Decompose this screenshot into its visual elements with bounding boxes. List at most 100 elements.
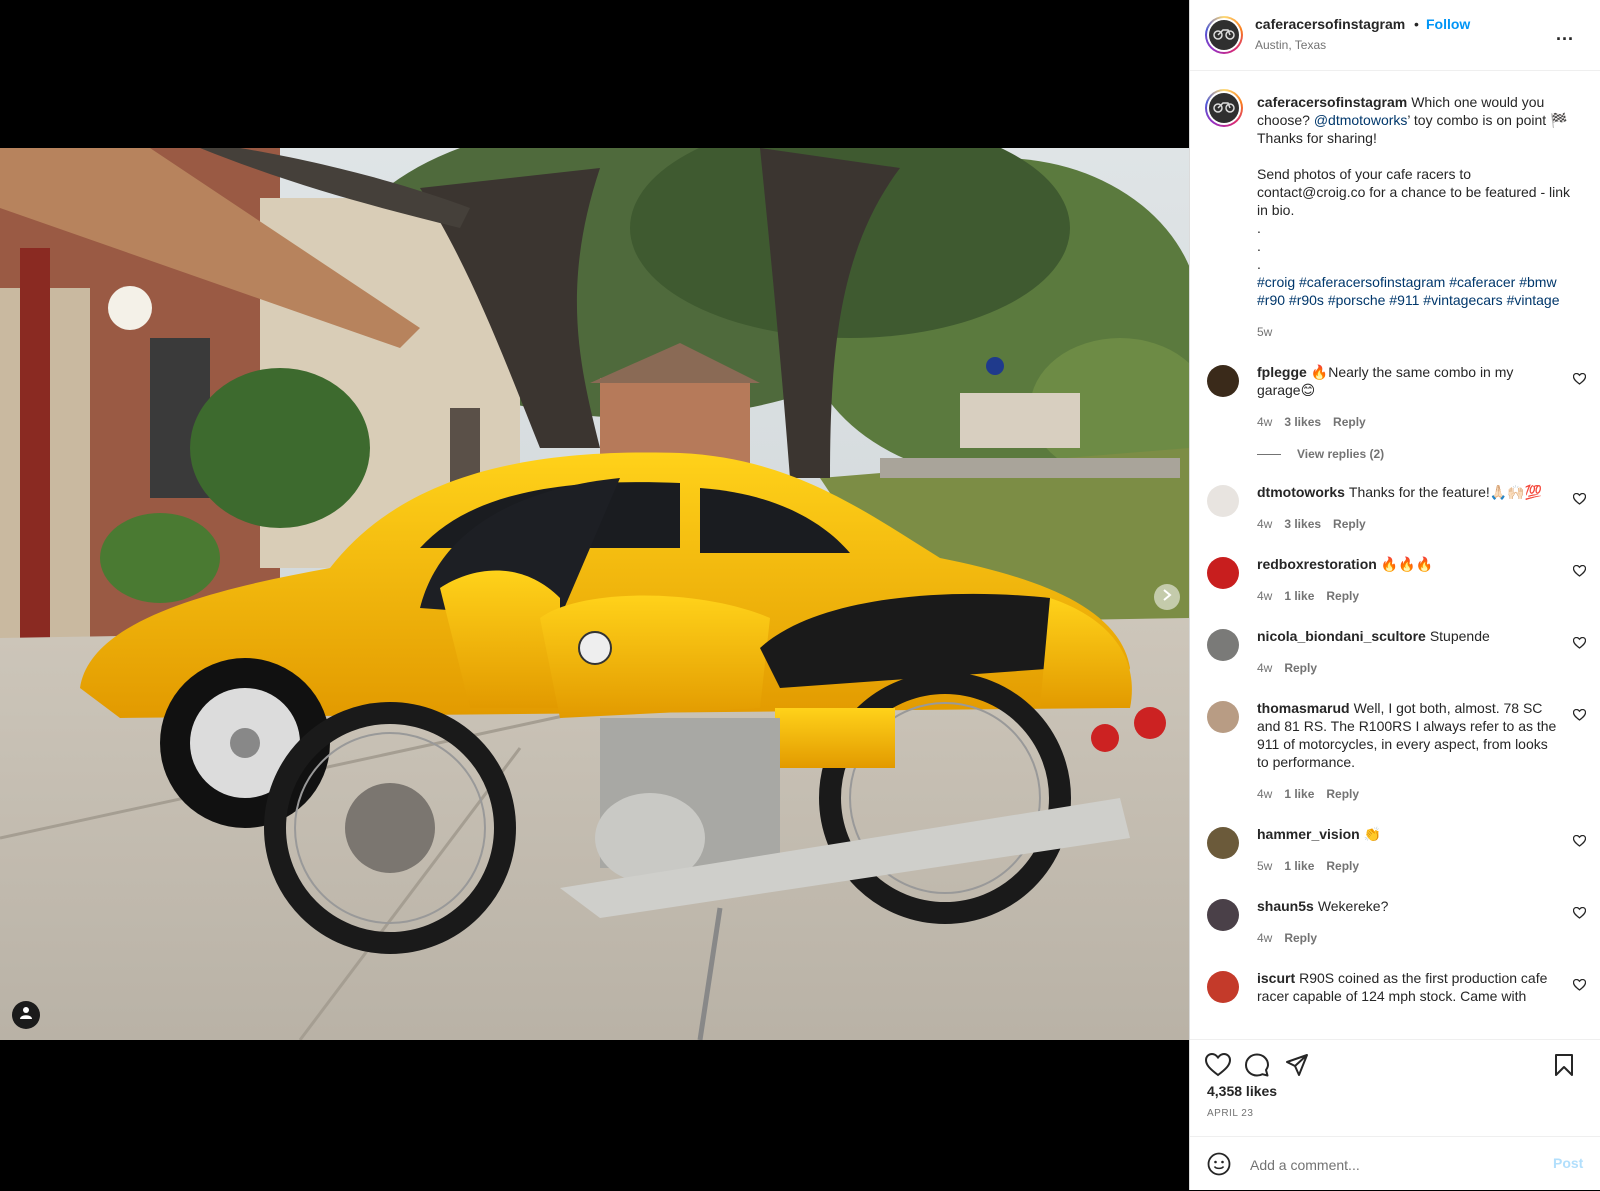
caption-text: caferacersofinstagram Which one would you… [1257, 93, 1580, 309]
likes-count[interactable]: 4,358 likes [1207, 1083, 1277, 1099]
caption-hashtags[interactable]: #croig #caferacersofinstagram #caferacer… [1257, 274, 1560, 308]
comment-meta: 4w Reply [1257, 929, 1560, 947]
comment-text: Stupende [1429, 628, 1490, 644]
comment-time[interactable]: 4w [1257, 661, 1272, 675]
comment-icon[interactable] [1245, 1053, 1269, 1082]
share-icon[interactable] [1285, 1053, 1309, 1082]
post-photo[interactable] [0, 148, 1189, 1040]
comment-item: hammer_vision 👏 5w 1 like Reply [1190, 825, 1600, 875]
post-location[interactable]: Austin, Texas [1255, 38, 1326, 52]
comment-avatar[interactable] [1207, 485, 1239, 517]
comment-meta: 4w 1 like Reply [1257, 587, 1560, 605]
comment-likes[interactable]: 3 likes [1284, 517, 1321, 531]
comment-time[interactable]: 4w [1257, 589, 1272, 603]
comment-username[interactable]: redboxrestoration [1257, 556, 1377, 572]
comment-time[interactable]: 4w [1257, 517, 1272, 531]
comment-username[interactable]: thomasmarud [1257, 700, 1350, 716]
motorcycle-logo-icon [1213, 99, 1235, 117]
comment-avatar[interactable] [1207, 701, 1239, 733]
heart-icon[interactable] [1204, 1052, 1232, 1082]
caption-time[interactable]: 5w [1257, 323, 1580, 341]
comment-avatar[interactable] [1207, 365, 1239, 397]
comment-avatar[interactable] [1207, 827, 1239, 859]
comment-meta: 4w 3 likes Reply [1257, 413, 1560, 431]
comment-thread: fplegge 🔥Nearly the same combo in my gara… [1190, 363, 1600, 1005]
comment-username[interactable]: fplegge [1257, 364, 1307, 380]
comment-time[interactable]: 5w [1257, 859, 1272, 873]
more-icon[interactable]: ... [1556, 24, 1574, 45]
next-image-button[interactable] [1154, 584, 1180, 610]
comment-meta: 4w Reply [1257, 659, 1560, 677]
comment-likes[interactable]: 1 like [1284, 589, 1314, 603]
post-date[interactable]: APRIL 23 [1207, 1108, 1253, 1119]
reply-button[interactable]: Reply [1326, 787, 1359, 801]
comment-meta: 4w 3 likes Reply [1257, 515, 1560, 533]
comment-username[interactable]: shaun5s [1257, 898, 1314, 914]
heart-icon[interactable] [1572, 635, 1587, 653]
comment-item: fplegge 🔥Nearly the same combo in my gara… [1190, 363, 1600, 431]
view-replies-label: View replies (2) [1297, 447, 1385, 461]
comment-input[interactable] [1248, 1151, 1532, 1179]
author-username[interactable]: caferacersofinstagram [1255, 16, 1405, 32]
comment-item: nicola_biondani_scultore Stupende 4w Reply [1190, 627, 1600, 677]
heart-icon[interactable] [1572, 707, 1587, 725]
comment-text: 🔥🔥🔥 [1380, 556, 1434, 572]
reply-button[interactable]: Reply [1326, 589, 1359, 603]
bookmark-icon[interactable] [1553, 1053, 1575, 1082]
separator-dot: • [1414, 16, 1419, 32]
comment-meta: 5w 1 like Reply [1257, 857, 1560, 875]
replies-divider [1257, 453, 1281, 455]
comment-item: redboxrestoration 🔥🔥🔥 4w 1 like Reply [1190, 555, 1600, 605]
heart-icon[interactable] [1572, 977, 1587, 995]
post-comment-button[interactable]: Post [1553, 1155, 1583, 1171]
comment-likes[interactable]: 1 like [1284, 859, 1314, 873]
heart-icon[interactable] [1572, 491, 1587, 509]
view-replies-button[interactable]: View replies (2) [1190, 447, 1600, 461]
comment-avatar[interactable] [1207, 557, 1239, 589]
comment-time[interactable]: 4w [1257, 415, 1272, 429]
comment-username[interactable]: dtmotoworks [1257, 484, 1345, 500]
comment-text: R90S coined as the first production cafe… [1257, 970, 1548, 1004]
reply-button[interactable]: Reply [1284, 661, 1317, 675]
reply-button[interactable]: Reply [1284, 931, 1317, 945]
comment-time[interactable]: 4w [1257, 931, 1272, 945]
caption-mention[interactable]: @dtmotoworks [1314, 112, 1408, 128]
user-tags-button[interactable] [12, 1001, 40, 1029]
reply-button[interactable]: Reply [1333, 415, 1366, 429]
heart-icon[interactable] [1572, 905, 1587, 923]
comment-text: Wekereke? [1317, 898, 1389, 914]
comment-avatar[interactable] [1207, 629, 1239, 661]
comment-username[interactable]: hammer_vision [1257, 826, 1360, 842]
caption-text-body: ’ toy combo is on point 🏁 Thanks for sha… [1257, 112, 1571, 272]
reply-button[interactable]: Reply [1326, 859, 1359, 873]
comment-item: shaun5s Wekereke? 4w Reply [1190, 897, 1600, 947]
comment-username[interactable]: iscurt [1257, 970, 1295, 986]
heart-icon[interactable] [1572, 563, 1587, 581]
comment-meta: 4w 1 like Reply [1257, 785, 1560, 803]
heart-icon[interactable] [1572, 833, 1587, 851]
reply-button[interactable]: Reply [1333, 517, 1366, 531]
comment-text: Thanks for the feature!🙏🏻🙌🏻💯 [1348, 484, 1543, 500]
comment-avatar[interactable] [1207, 971, 1239, 1003]
author-avatar[interactable] [1205, 16, 1243, 54]
motorcycle-and-car-photo [0, 148, 1189, 1040]
comment-item: dtmotoworks Thanks for the feature!🙏🏻🙌🏻💯 4… [1190, 483, 1600, 533]
comment-item: iscurt R90S coined as the first productio… [1190, 969, 1600, 1005]
post-caption: caferacersofinstagram Which one would you… [1190, 71, 1600, 341]
heart-icon[interactable] [1572, 371, 1587, 389]
add-comment-bar: Post [1190, 1136, 1600, 1191]
comment-avatar[interactable] [1207, 899, 1239, 931]
post-media [0, 0, 1189, 1190]
emoji-icon[interactable] [1207, 1152, 1231, 1181]
comment-username[interactable]: nicola_biondani_scultore [1257, 628, 1426, 644]
comments-list[interactable]: caferacersofinstagram Which one would you… [1190, 71, 1600, 1039]
user-tag-icon [19, 1006, 33, 1025]
follow-button[interactable]: Follow [1426, 16, 1470, 32]
comment-likes[interactable]: 3 likes [1284, 415, 1321, 429]
post-header: caferacersofinstagram • Follow Austin, T… [1190, 0, 1600, 71]
comment-likes[interactable]: 1 like [1284, 787, 1314, 801]
comment-time[interactable]: 4w [1257, 787, 1272, 801]
caption-avatar[interactable] [1205, 89, 1243, 127]
caption-username[interactable]: caferacersofinstagram [1257, 94, 1407, 110]
post-side-panel: caferacersofinstagram • Follow Austin, T… [1189, 0, 1600, 1190]
